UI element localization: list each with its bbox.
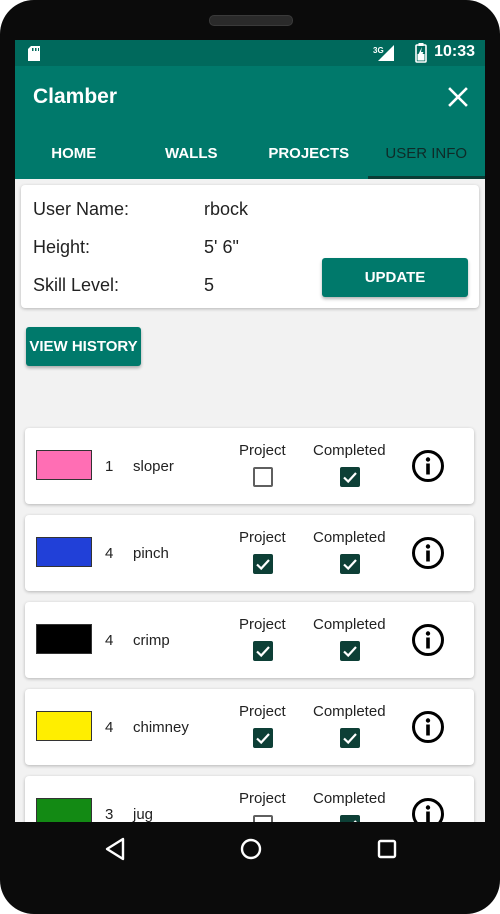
project-column-label: Project [239,703,286,720]
route-hold-style: sloper [133,458,174,475]
route-info-button[interactable] [411,623,445,657]
completed-column-label: Completed [313,703,386,720]
completed-checkbox[interactable] [340,467,360,487]
completed-column-label: Completed [313,616,386,633]
speaker-grille [209,15,293,26]
skill-level-label: Skill Level: [33,275,120,295]
route-color-swatch [36,624,92,654]
route-row: 3 jug Project Completed [25,776,474,822]
project-checkbox[interactable] [253,728,273,748]
route-grade: 4 [105,719,114,736]
check-icon [343,472,357,484]
app-bar: Clamber [15,66,485,128]
check-icon [343,733,357,745]
route-info-button[interactable] [411,710,445,744]
route-hold-style: chimney [133,719,189,736]
tab-home[interactable]: HOME [15,128,133,179]
sd-card-icon [28,46,40,61]
status-bar: 3G 10:33 [15,40,485,66]
user-card: User Name: rbock Height: 5' 6" Skill Lev… [21,185,479,308]
completed-column-label: Completed [313,442,386,459]
user-name-value: rbock [204,199,249,219]
tab-walls[interactable]: WALLS [133,128,251,179]
route-grade: 4 [105,632,114,649]
signal-icon: 3G [373,45,394,61]
network-label: 3G [373,46,384,55]
route-color-swatch [36,798,92,822]
info-icon [412,624,444,656]
completed-checkbox[interactable] [340,554,360,574]
close-icon [448,87,468,107]
height-value: 5' 6" [204,237,239,257]
route-color-swatch [36,450,92,480]
phone-frame: 3G 10:33 Clamber HOME WALLS PROJECTS USE… [0,0,500,914]
update-button[interactable]: UPDATE [322,258,468,297]
info-icon [412,537,444,569]
completed-checkbox[interactable] [340,728,360,748]
check-icon [343,646,357,658]
route-row: 4 crimp Project Completed [25,602,474,678]
home-icon[interactable] [240,838,262,860]
completed-column-label: Completed [313,529,386,546]
check-icon [353,820,357,822]
check-icon [256,559,270,571]
tab-bar: HOME WALLS PROJECTS USER INFO [15,128,485,179]
project-column-label: Project [239,442,286,459]
info-icon [412,450,444,482]
completed-column-label: Completed [313,790,386,807]
tab-projects[interactable]: PROJECTS [250,128,368,179]
status-clock: 10:33 [434,43,475,60]
app-screen: 3G 10:33 Clamber HOME WALLS PROJECTS USE… [15,40,485,822]
route-grade: 4 [105,545,114,562]
route-grade: 3 [105,806,114,822]
project-column-label: Project [239,616,286,633]
route-row: 1 sloper Project Completed [25,428,474,504]
close-button[interactable] [441,80,475,114]
skill-level-value: 5 [204,275,215,295]
route-color-swatch [36,711,92,741]
project-checkbox[interactable] [253,815,273,822]
app-title: Clamber [33,85,118,108]
check-icon [343,559,357,571]
route-info-button[interactable] [411,449,445,483]
project-checkbox[interactable] [253,554,273,574]
route-row: 4 chimney Project Completed [25,689,474,765]
project-checkbox[interactable] [253,641,273,661]
battery-icon [415,43,427,63]
user-info-panel: User Name: rbock Height: 5' 6" Skill Lev… [15,179,485,822]
navigation-bar [15,822,485,876]
info-icon [412,711,444,743]
user-name-label: User Name: [33,199,130,219]
route-info-button[interactable] [411,536,445,570]
route-row: 4 pinch Project Completed [25,515,474,591]
view-history-button[interactable]: VIEW HISTORY [26,327,141,366]
project-checkbox[interactable] [253,467,273,487]
completed-checkbox[interactable] [340,815,360,822]
route-hold-style: jug [133,806,154,822]
route-color-swatch [36,537,92,567]
check-icon [256,646,270,658]
back-icon[interactable] [104,837,126,861]
tab-user-info[interactable]: USER INFO [367,128,486,179]
route-hold-style: crimp [133,632,170,649]
route-grade: 1 [105,458,114,475]
check-icon [256,733,270,745]
recent-apps-icon[interactable] [377,839,397,859]
project-column-label: Project [239,790,286,807]
project-column-label: Project [239,529,286,546]
height-label: Height: [33,237,91,257]
route-hold-style: pinch [133,545,169,562]
info-icon [412,798,444,822]
route-info-button[interactable] [411,797,445,822]
completed-checkbox[interactable] [340,641,360,661]
